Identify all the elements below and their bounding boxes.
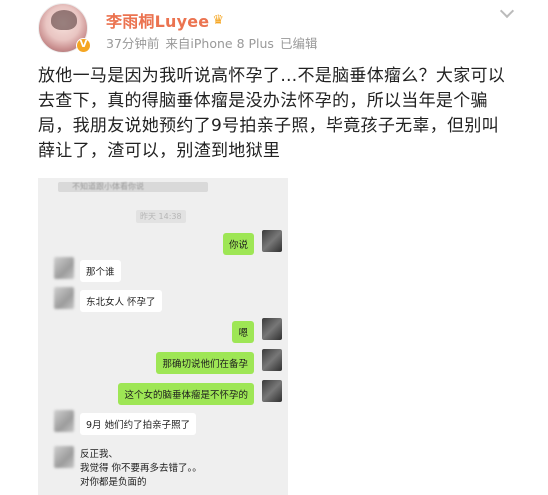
chat-bubble: 9月 她们约了拍亲子照了 — [80, 413, 197, 435]
edited-label: 已编辑 — [279, 36, 318, 51]
avatar — [54, 257, 74, 279]
post-header: V 李雨桐Luyee ♛ 37分钟前 来自iPhone 8 Plus 已编辑 — [0, 0, 548, 62]
blurred-text: 不知道跟小体看你说 — [72, 182, 144, 191]
avatar — [262, 230, 282, 252]
avatar — [54, 410, 74, 432]
post-time: 37分钟前 — [106, 36, 160, 51]
verified-badge-icon: V — [76, 38, 91, 53]
post-text: 放他一马是因为我听说高怀孕了…不是脑垂体瘤么？大家可以去查下，真的得脑垂体瘤是没… — [38, 66, 506, 161]
avatar — [262, 349, 282, 371]
chat-bubble: 东北女人 怀孕了 — [80, 290, 162, 312]
chat-bubble: 你说 — [222, 233, 254, 255]
chat-screenshot: 不知道跟小体看你说 昨天 14:38 你说 那个谁 东北女人 怀孕了 嗯 那确切… — [38, 178, 288, 495]
chat-bubble: 那确切说他们在备孕 — [156, 352, 254, 374]
username[interactable]: 李雨桐Luyee — [106, 8, 209, 32]
chat-line: 对你都是负面的 — [80, 477, 147, 488]
chat-line: 我觉得 你不要再多去错了。。 — [80, 463, 202, 474]
avatar — [262, 318, 282, 340]
avatar — [54, 287, 74, 309]
avatar — [54, 446, 74, 468]
name-row: 李雨桐Luyee ♛ — [106, 8, 224, 32]
chat-bubble: 这个女的脑垂体瘤是不怀孕的 — [118, 383, 254, 405]
chat-timestamp: 昨天 14:38 — [136, 210, 186, 223]
crown-icon: ♛ — [212, 12, 224, 28]
chat-line: 反正我、 — [80, 449, 119, 460]
avatar — [262, 380, 282, 402]
post-source: 来自iPhone 8 Plus — [165, 36, 274, 51]
post-meta: 37分钟前 来自iPhone 8 Plus 已编辑 — [106, 33, 317, 52]
chat-bubble: 那个谁 — [80, 260, 121, 282]
chevron-down-icon[interactable] — [500, 6, 514, 20]
chat-bubble: 嗯 — [232, 321, 254, 343]
